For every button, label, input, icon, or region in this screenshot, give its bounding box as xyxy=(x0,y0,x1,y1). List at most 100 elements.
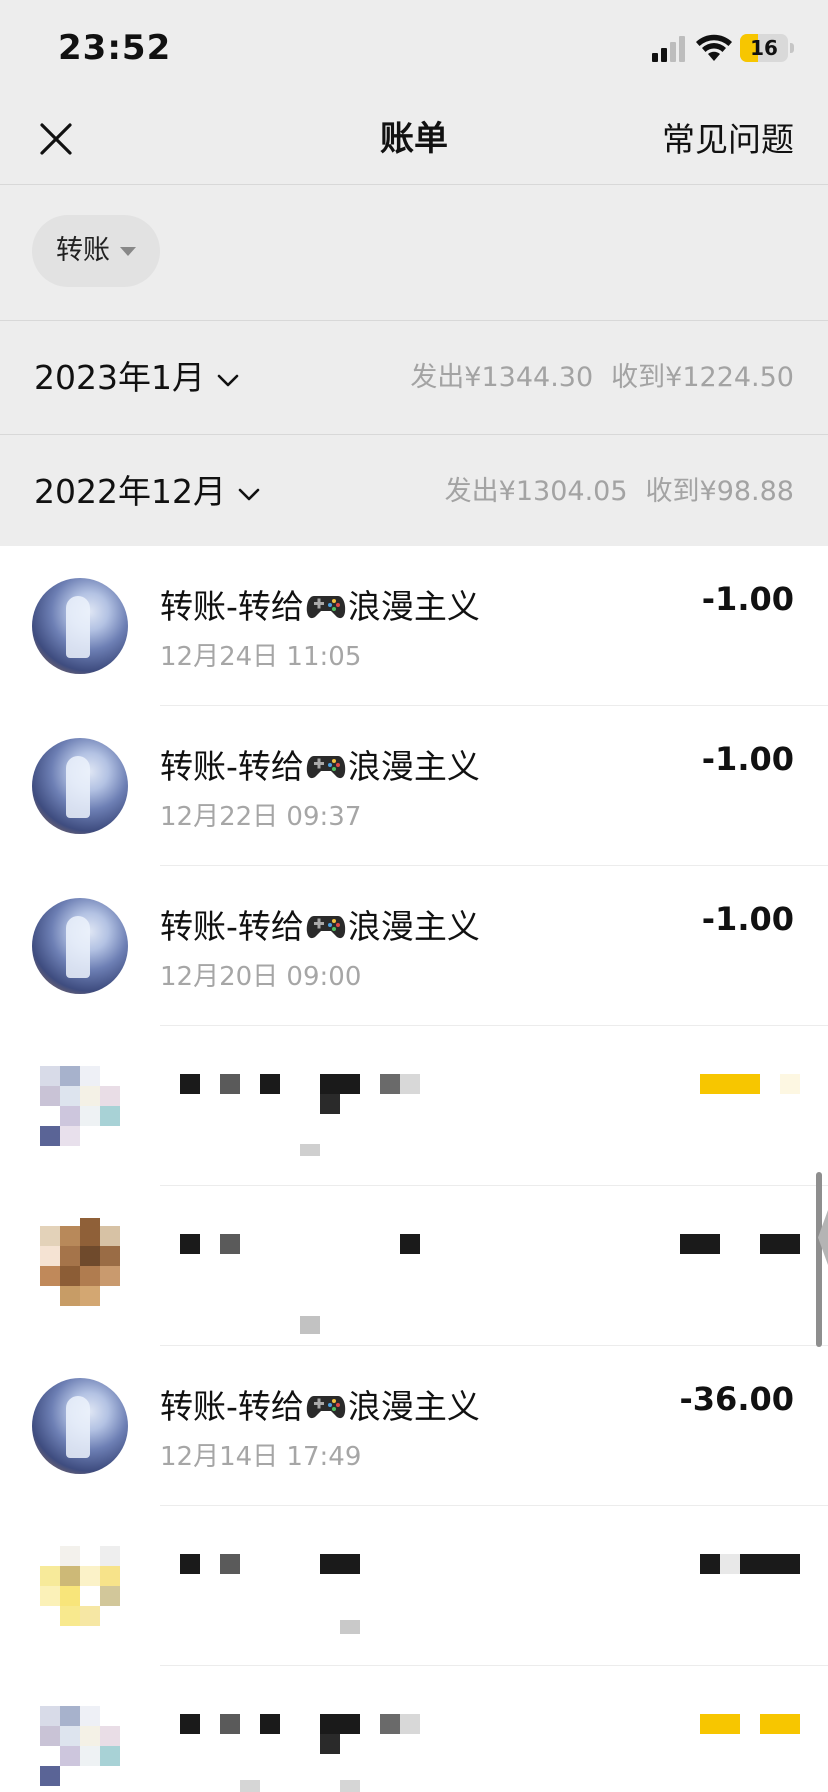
redaction-block xyxy=(180,1234,200,1254)
caret-down-icon xyxy=(120,247,136,256)
month-title-text: 2022年12月 xyxy=(34,472,226,511)
redaction-block xyxy=(300,1144,320,1156)
gamepad-icon xyxy=(306,916,346,939)
redaction-block xyxy=(320,1734,340,1754)
redaction-block xyxy=(340,1780,360,1792)
redaction-block xyxy=(340,1620,360,1634)
redaction-block xyxy=(400,1714,420,1734)
redaction-block xyxy=(300,1316,320,1334)
pixelated-avatar xyxy=(32,1218,128,1314)
pixelated-avatar xyxy=(32,1058,128,1154)
redaction-block xyxy=(780,1074,800,1094)
redaction-block xyxy=(740,1554,800,1574)
transaction-row[interactable]: 转账-转给 浪漫主义 12月22日 09:37 -1.00 xyxy=(0,706,828,866)
transaction-title-suffix: 浪漫主义 xyxy=(347,1387,480,1426)
transaction-time: 12月14日 17:49 xyxy=(160,1442,362,1472)
transaction-title: 转账-转给 浪漫主义 xyxy=(160,1380,480,1428)
chevron-down-icon xyxy=(217,374,239,386)
transaction-row[interactable]: 转账-转给 浪漫主义 12月20日 09:00 -1.00 xyxy=(0,866,828,1026)
redaction-block xyxy=(180,1554,200,1574)
transaction-amount: -1.00 xyxy=(701,580,794,618)
transaction-row[interactable]: 转账-转给 浪漫主义 12月24日 11:05 -1.00 xyxy=(0,546,828,706)
filter-bar: 转账 xyxy=(0,185,828,321)
transaction-title-prefix: 转账-转给 xyxy=(160,1387,304,1426)
redacted-transaction-row[interactable] xyxy=(0,1026,828,1186)
month-header-2022-12[interactable]: 2022年12月 发出¥1304.05 收到¥98.88 xyxy=(0,435,828,549)
transaction-title: 转账-转给 浪漫主义 xyxy=(160,580,480,628)
avatar xyxy=(32,738,128,834)
redaction-block xyxy=(320,1074,360,1094)
redacted-transaction-row[interactable] xyxy=(0,1186,828,1346)
month-received-total: 收到¥98.88 xyxy=(645,476,794,507)
status-bar: 23:52 16 xyxy=(0,0,828,95)
transaction-amount: -1.00 xyxy=(701,740,794,778)
transaction-time: 12月22日 09:37 xyxy=(160,802,362,832)
redaction-block xyxy=(320,1714,360,1734)
transaction-title: 转账-转给 浪漫主义 xyxy=(160,900,480,948)
cellular-signal-icon xyxy=(652,36,685,62)
transaction-row[interactable]: 转账-转给 浪漫主义 12月14日 17:49 -36.00 xyxy=(0,1346,828,1506)
redacted-transaction-row[interactable] xyxy=(0,1506,828,1666)
redaction-block xyxy=(700,1554,720,1574)
redaction-block xyxy=(260,1714,280,1734)
transaction-title: 转账-转给 浪漫主义 xyxy=(160,740,480,788)
month-summary: 发出¥1304.05 收到¥98.88 xyxy=(445,435,794,548)
transaction-time: 12月24日 11:05 xyxy=(160,642,362,672)
scrollbar[interactable] xyxy=(816,1172,822,1347)
status-time: 23:52 xyxy=(58,28,172,68)
nav-bar: 账单 常见问题 xyxy=(0,95,828,185)
pixelated-avatar xyxy=(32,1538,128,1634)
redaction-block xyxy=(320,1554,360,1574)
redaction-block xyxy=(240,1780,260,1792)
redaction-block xyxy=(380,1074,400,1094)
chevron-down-icon xyxy=(238,488,260,500)
month-sent-total: 发出¥1344.30 xyxy=(410,362,594,393)
avatar xyxy=(32,578,128,674)
month-summary: 发出¥1344.30 收到¥1224.50 xyxy=(410,321,794,434)
redaction-block xyxy=(220,1714,240,1734)
redaction-block xyxy=(180,1074,200,1094)
transaction-amount: -36.00 xyxy=(679,1380,795,1418)
redaction-block xyxy=(760,1234,800,1254)
bill-page: 23:52 16 账单 常见问题 转账 2023年1月 发出¥1344.30 收… xyxy=(0,0,828,1792)
transaction-time: 12月20日 09:00 xyxy=(160,962,362,992)
transaction-title-prefix: 转账-转给 xyxy=(160,907,304,946)
month-title[interactable]: 2023年1月 xyxy=(34,321,241,434)
wifi-icon xyxy=(696,34,732,61)
redaction-block xyxy=(220,1074,240,1094)
gamepad-icon xyxy=(306,756,346,779)
redaction-block xyxy=(720,1554,740,1574)
redacted-transaction-row[interactable] xyxy=(0,1666,828,1792)
month-header-2023-01[interactable]: 2023年1月 发出¥1344.30 收到¥1224.50 xyxy=(0,321,828,435)
month-received-total: 收到¥1224.50 xyxy=(611,362,794,393)
battery-percent: 16 xyxy=(750,36,778,60)
gamepad-icon xyxy=(306,1396,346,1419)
redaction-block xyxy=(320,1094,340,1114)
transaction-title-suffix: 浪漫主义 xyxy=(347,587,480,626)
gamepad-icon xyxy=(306,596,346,619)
month-title-text: 2023年1月 xyxy=(34,358,205,397)
redaction-block xyxy=(760,1714,800,1734)
redaction-block xyxy=(700,1714,740,1734)
redaction-block xyxy=(400,1234,420,1254)
pixelated-avatar xyxy=(32,1698,128,1792)
faq-link[interactable]: 常见问题 xyxy=(662,95,794,184)
redaction-block xyxy=(220,1554,240,1574)
transaction-title-suffix: 浪漫主义 xyxy=(347,747,480,786)
redaction-block xyxy=(700,1074,760,1094)
battery-icon: 16 xyxy=(740,34,788,62)
battery-cap xyxy=(790,43,794,53)
redaction-block xyxy=(180,1714,200,1734)
redaction-block xyxy=(400,1074,420,1094)
redaction-block xyxy=(220,1234,240,1254)
filter-chip-label: 转账 xyxy=(56,235,110,266)
transaction-title-suffix: 浪漫主义 xyxy=(347,907,480,946)
redaction-block xyxy=(260,1074,280,1094)
month-sent-total: 发出¥1304.05 xyxy=(444,476,628,507)
month-title[interactable]: 2022年12月 xyxy=(34,435,262,548)
avatar xyxy=(32,898,128,994)
filter-chip-transfer[interactable]: 转账 xyxy=(32,215,160,287)
redaction-block xyxy=(380,1714,400,1734)
redaction-block xyxy=(680,1234,720,1254)
transaction-amount: -1.00 xyxy=(701,900,794,938)
